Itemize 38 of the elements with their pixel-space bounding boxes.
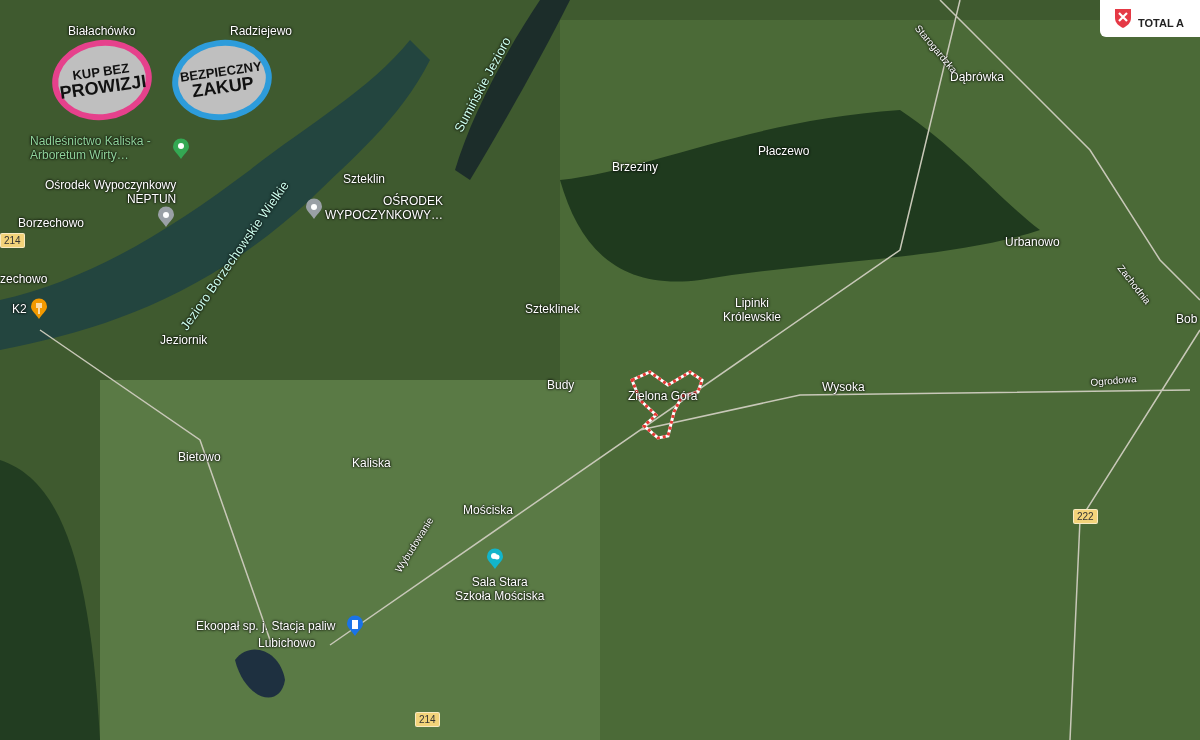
map-pin-icon[interactable] — [486, 548, 504, 570]
place-label: Wysoka — [822, 380, 865, 394]
place-label: Lubichowo — [258, 636, 316, 650]
place-label: Radziejewo — [230, 24, 293, 38]
place-label: Brzeziny — [612, 160, 658, 174]
poi-label[interactable]: Ośrodek Wypoczynkowy NEPTUN — [45, 178, 177, 206]
poi-label[interactable]: OŚRODEK WYPOCZYNKOWY… — [325, 194, 443, 222]
place-label: Mościska — [463, 503, 513, 517]
poi-label[interactable]: K2 — [12, 302, 27, 316]
place-label: Szteklin — [343, 172, 386, 186]
info-card[interactable]: TOTAL A — [1100, 0, 1200, 37]
road-number-sign: 222 — [1073, 509, 1098, 524]
poi-label[interactable]: Ekoopał sp. j. Stacja paliw — [196, 619, 336, 633]
map-pin-icon[interactable] — [172, 138, 190, 160]
place-label: Płaczewo — [758, 144, 810, 158]
shield-icon — [1114, 7, 1132, 29]
map-pin-icon[interactable] — [305, 198, 323, 220]
map-pin-icon[interactable] — [157, 206, 175, 228]
street-label: Ogrodowa — [1090, 372, 1138, 390]
road-number-sign: 214 — [0, 233, 25, 248]
place-label: Jeziornik — [160, 333, 208, 347]
lake-shape — [235, 649, 285, 698]
place-label: Borzechowo — [18, 216, 85, 230]
place-label: Szteklinek — [525, 302, 580, 316]
poi-label[interactable]: Sala Stara Szkoła Mościska — [455, 575, 545, 603]
place-label: Lipinki Królewskie — [723, 296, 782, 324]
info-card-text: TOTAL A — [1138, 17, 1185, 29]
road-number-sign: 214 — [415, 712, 440, 727]
map-pin-icon[interactable] — [30, 298, 48, 320]
poi-label[interactable]: Nadleśnictwo Kaliska - Arboretum Wirty… — [30, 134, 151, 162]
place-label: Urbanowo — [1005, 235, 1060, 249]
place-label: zechowo — [0, 272, 48, 286]
place-label: Bob — [1176, 312, 1198, 326]
map-pin-icon[interactable] — [346, 615, 364, 637]
place-label: Kaliska — [352, 456, 391, 470]
place-label: Bietowo — [178, 450, 221, 464]
place-label: Białachówko — [68, 24, 136, 38]
place-label: Budy — [547, 378, 575, 392]
